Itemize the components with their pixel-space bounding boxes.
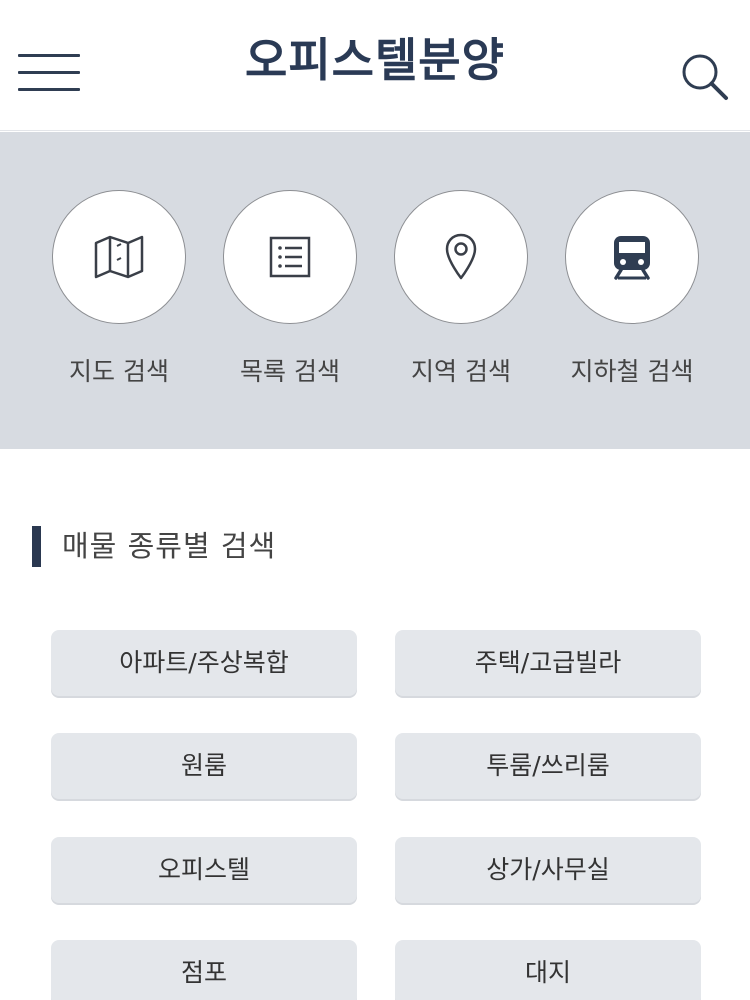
- category-store-office-button[interactable]: 상가/사무실: [395, 837, 701, 903]
- category-shop-button[interactable]: 점포: [51, 940, 357, 1000]
- section-title-text: 매물 종류별 검색: [62, 529, 277, 563]
- category-house-villa-button[interactable]: 주택/고급빌라: [395, 630, 701, 696]
- list-search-circle: [223, 190, 357, 324]
- region-search-label: 지역 검색: [411, 357, 511, 386]
- category-apartment-button[interactable]: 아파트/주상복합: [51, 630, 357, 696]
- map-search-button[interactable]: 지도 검색: [34, 190, 204, 388]
- search-icon[interactable]: [678, 50, 734, 106]
- subway-search-circle: [565, 190, 699, 324]
- list-search-button[interactable]: 목록 검색: [205, 190, 375, 388]
- section-title-bar: [32, 526, 41, 567]
- region-search-circle: [394, 190, 528, 324]
- map-search-label: 지도 검색: [69, 357, 169, 386]
- region-search-button[interactable]: 지역 검색: [376, 190, 546, 388]
- category-tworoom-button[interactable]: 투룸/쓰리룸: [395, 733, 701, 799]
- map-icon: [94, 235, 144, 279]
- app-header: 오피스텔분양: [0, 0, 750, 131]
- category-oneroom-button[interactable]: 원룸: [51, 733, 357, 799]
- subway-icon: [614, 236, 650, 280]
- list-search-label: 목록 검색: [240, 357, 340, 386]
- section-title: 매물 종류별 검색: [32, 525, 276, 567]
- category-officetel-button[interactable]: 오피스텔: [51, 837, 357, 903]
- map-search-circle: [52, 190, 186, 324]
- subway-search-label: 지하철 검색: [570, 357, 694, 386]
- location-pin-icon: [445, 233, 477, 280]
- page-title: 오피스텔분양: [245, 33, 505, 87]
- quick-search-bar: 지도 검색 목록 검색 지역 검색 지하철 검색: [0, 132, 750, 449]
- category-land-button[interactable]: 대지: [395, 940, 701, 1000]
- list-icon: [269, 236, 311, 278]
- subway-search-button[interactable]: 지하철 검색: [547, 190, 717, 388]
